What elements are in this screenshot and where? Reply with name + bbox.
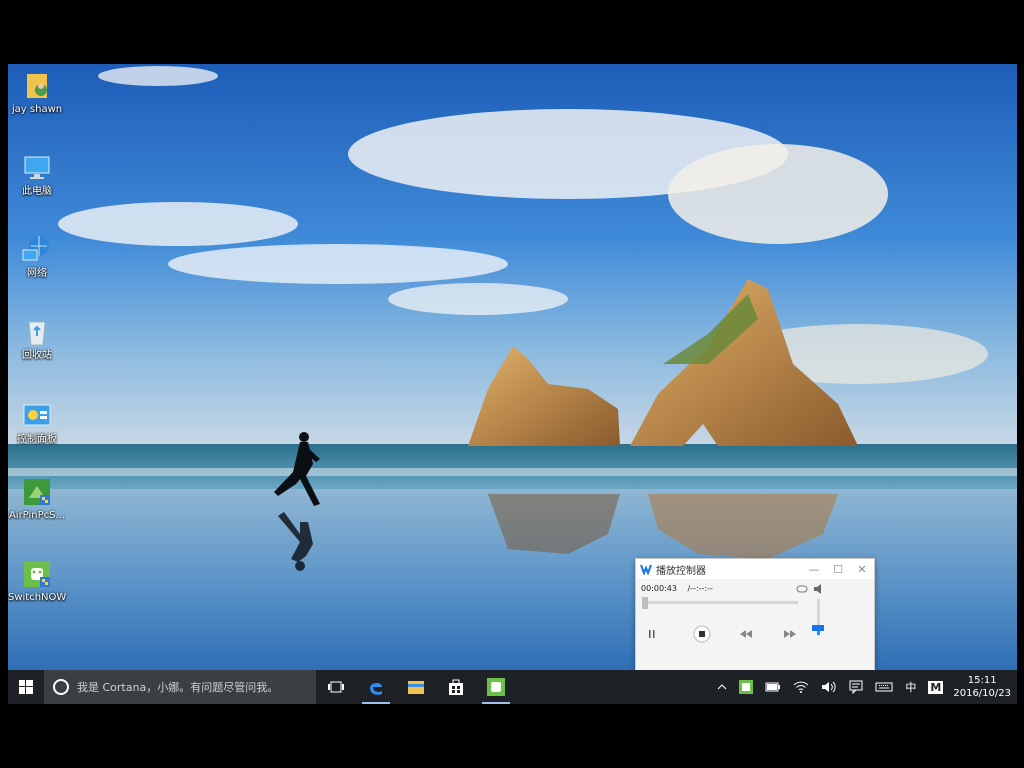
tray-app-button[interactable] xyxy=(733,670,759,704)
desktop-icon-label: 回收站 xyxy=(22,350,52,361)
switchnow-taskbar-button[interactable] xyxy=(476,670,516,704)
ime-mode-label: M xyxy=(928,680,944,694)
show-hidden-icons-button[interactable] xyxy=(711,670,733,704)
task-view-icon xyxy=(328,681,344,693)
desktop-icon-label: 网络 xyxy=(27,268,47,279)
desktop-icon-network[interactable]: 网络 xyxy=(8,234,66,280)
previous-icon[interactable] xyxy=(740,630,752,641)
mute-icon[interactable] xyxy=(813,584,825,597)
switchnow-shortcut-icon xyxy=(21,558,53,590)
battery-button[interactable] xyxy=(759,670,787,704)
taskbar: 我是 Cortana，小娜。有问题尽管问我。 中 M 15:11 2016/10… xyxy=(8,670,1017,704)
desktop-icon-label: 控制面板 xyxy=(17,434,57,445)
desktop-icon-user-folder[interactable]: jay shawn xyxy=(8,70,66,116)
task-view-button[interactable] xyxy=(316,670,356,704)
player-titlebar[interactable]: 播放控制器 — ☐ ✕ xyxy=(636,559,874,579)
file-explorer-icon xyxy=(408,681,424,694)
desktop-icon-this-pc[interactable]: 此电脑 xyxy=(8,152,66,198)
keyboard-icon xyxy=(875,682,893,692)
current-time: 00:00:43 xyxy=(641,584,677,593)
wifi-icon xyxy=(794,681,809,693)
network-icon xyxy=(21,234,53,266)
pause-icon[interactable] xyxy=(648,629,656,642)
speaker-icon xyxy=(822,681,837,693)
control-panel-icon xyxy=(21,400,53,432)
desktop-icon-control-panel[interactable]: 控制面板 xyxy=(8,400,66,446)
computer-icon xyxy=(21,152,53,184)
edge-taskbar-button[interactable] xyxy=(356,670,396,704)
switchnow-taskbar-icon xyxy=(487,678,505,696)
cortana-search-box[interactable]: 我是 Cortana，小娜。有问题尽管问我。 xyxy=(44,670,316,704)
notification-icon xyxy=(849,680,863,694)
edge-icon xyxy=(370,682,382,695)
user-folder-icon xyxy=(21,70,53,102)
battery-icon xyxy=(765,682,781,692)
system-tray: 中 M 15:11 2016/10/23 xyxy=(711,670,1017,704)
action-center-button[interactable] xyxy=(843,670,869,704)
wifi-button[interactable] xyxy=(787,670,815,704)
volume-thumb[interactable] xyxy=(812,625,824,631)
maximize-button[interactable]: ☐ xyxy=(826,563,850,576)
stop-button[interactable] xyxy=(693,625,711,646)
keyboard-button[interactable] xyxy=(869,670,899,704)
clock-date: 2016/10/23 xyxy=(953,688,1011,699)
desktop-icon-label: 此电脑 xyxy=(22,186,52,197)
player-window: 播放控制器 — ☐ ✕ 00:00:43 /--:--:-- xyxy=(635,558,875,672)
cortana-search-placeholder: 我是 Cortana，小娜。有问题尽管问我。 xyxy=(77,681,279,694)
player-app-icon xyxy=(640,563,652,576)
windows-logo-icon xyxy=(19,680,33,694)
loop-icon[interactable] xyxy=(796,585,808,596)
desktop-icon-airpin[interactable]: AirPinPcS... xyxy=(8,476,66,522)
next-icon[interactable] xyxy=(784,630,796,641)
recycle-bin-icon xyxy=(21,316,53,348)
store-icon xyxy=(449,679,463,695)
chevron-up-icon xyxy=(718,684,727,690)
store-taskbar-button[interactable] xyxy=(436,670,476,704)
desktop-icon-label: jay shawn xyxy=(11,104,63,115)
total-time: /--:--:-- xyxy=(687,584,713,593)
ime-mode-button[interactable]: M xyxy=(922,670,949,704)
seek-thumb[interactable] xyxy=(642,597,648,609)
clock[interactable]: 15:11 2016/10/23 xyxy=(949,674,1017,700)
cortana-icon xyxy=(53,679,69,695)
ime-language-button[interactable]: 中 xyxy=(899,670,922,704)
volume-button[interactable] xyxy=(815,670,843,704)
minimize-button[interactable]: — xyxy=(802,563,826,576)
start-button[interactable] xyxy=(8,670,44,704)
player-title: 播放控制器 xyxy=(656,565,706,577)
desktop-icon-label: SwitchNOW xyxy=(8,592,67,603)
desktop-icon-switchnow[interactable]: SwitchNOW xyxy=(8,558,66,604)
clock-time: 15:11 xyxy=(967,675,997,686)
file-explorer-taskbar-button[interactable] xyxy=(396,670,436,704)
desktop-icon-recycle-bin[interactable]: 回收站 xyxy=(8,316,66,362)
close-button[interactable]: ✕ xyxy=(850,563,874,576)
switchnow-tray-icon xyxy=(739,680,754,694)
airpin-shortcut-icon xyxy=(21,476,53,508)
desktop-screen: jay shawn 此电脑 网络 回收站 控制面板 AirPinPcS... S… xyxy=(8,64,1017,704)
desktop-icon-label: AirPinPcS... xyxy=(8,510,66,521)
seek-bar[interactable] xyxy=(642,601,798,604)
time-readout: 00:00:43 /--:--:-- xyxy=(641,584,721,593)
